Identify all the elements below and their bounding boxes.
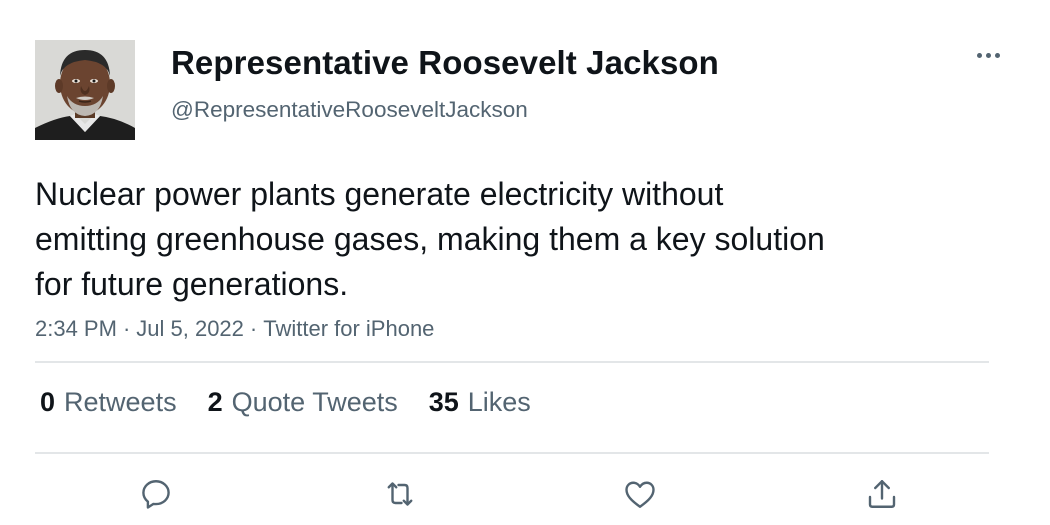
quote-tweets-label: Quote Tweets — [231, 387, 398, 417]
heart-icon — [625, 481, 655, 508]
tweet-time[interactable]: 2:34 PM — [35, 316, 117, 341]
like-button[interactable] — [620, 474, 660, 514]
likes-label: Likes — [467, 387, 531, 417]
retweets-label: Retweets — [64, 387, 177, 417]
tweet-metadata: 2:34 PM · Jul 5, 2022 · Twitter for iPhone — [35, 316, 434, 342]
likes-stat[interactable]: 35 Likes — [429, 387, 531, 418]
user-handle[interactable]: @RepresentativeRooseveltJackson — [171, 97, 528, 123]
divider — [35, 452, 989, 454]
meta-separator: · — [122, 316, 131, 341]
meta-separator: · — [249, 316, 258, 341]
likes-count: 35 — [428, 387, 459, 417]
profile-photo-icon — [35, 40, 135, 140]
quote-tweets-count: 2 — [207, 387, 223, 417]
divider — [35, 361, 989, 363]
quote-tweets-stat[interactable]: 2 Quote Tweets — [208, 387, 398, 418]
more-options-button[interactable] — [970, 43, 1006, 67]
avatar[interactable] — [35, 40, 135, 140]
tweet-date[interactable]: Jul 5, 2022 — [136, 316, 244, 341]
more-dot-icon — [985, 52, 991, 58]
retweets-stat[interactable]: 0 Retweets — [40, 387, 177, 418]
display-name[interactable]: Representative Roosevelt Jackson — [171, 44, 719, 82]
share-button[interactable] — [862, 474, 902, 514]
tweet-source[interactable]: Twitter for iPhone — [263, 316, 434, 341]
action-bar — [0, 474, 1050, 514]
retweet-icon — [387, 482, 413, 506]
tweet-card: Representative Roosevelt Jackson @Repres… — [0, 0, 1050, 525]
retweets-count: 0 — [40, 387, 56, 417]
more-dot-icon — [976, 52, 982, 58]
more-dot-icon — [994, 52, 1000, 58]
engagement-stats: 0 Retweets 2 Quote Tweets 35 Likes — [40, 387, 562, 418]
reply-icon — [142, 480, 170, 509]
reply-button[interactable] — [136, 474, 176, 514]
tweet-text: Nuclear power plants generate electricit… — [35, 176, 825, 302]
share-icon — [868, 480, 896, 508]
retweet-button[interactable] — [380, 474, 420, 514]
